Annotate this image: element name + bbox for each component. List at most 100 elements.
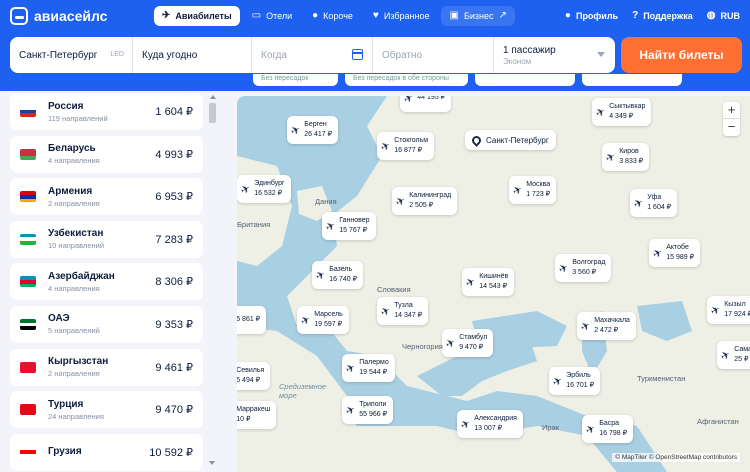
destination-list: Россия 119 направлений 1 604 ₽ Беларусь 4 на… xyxy=(10,93,203,472)
price-marker[interactable]: ✈ Марсель 19 597 ₽ xyxy=(297,306,349,334)
price-marker[interactable]: ✈ Махачкала 2 472 ₽ xyxy=(577,312,636,340)
marker-text: Эрбиль 16 701 ₽ xyxy=(566,371,594,391)
marker-price: 17 924 ₽ xyxy=(724,311,750,318)
destination-card[interactable]: Армения 2 направления 6 953 ₽ xyxy=(10,178,203,216)
destination-card[interactable]: Турция 24 направления 9 470 ₽ xyxy=(10,391,203,429)
nav-favorites[interactable]: ♥ Избранное xyxy=(365,6,438,26)
destination-text: Кыргызстан 2 направления xyxy=(48,356,155,378)
price-marker[interactable]: ✈ Стамбул 9 470 ₽ xyxy=(442,329,494,357)
flag-icon xyxy=(20,106,36,117)
price-marker[interactable]: ✈ 44 195 ₽ xyxy=(400,96,452,112)
bed-icon: ▭ xyxy=(251,10,262,21)
nav-hotels[interactable]: ▭ Отели xyxy=(244,6,300,26)
destination-text: Армения 2 направления xyxy=(48,186,155,208)
nav-business-label: Бизнес xyxy=(463,11,494,21)
marker-city: Актобе xyxy=(666,244,689,251)
nav-support[interactable]: ? Поддержка xyxy=(632,6,693,26)
country-label-denmark: Дания xyxy=(315,197,337,206)
price-marker[interactable]: ✈ Стокгольм 16 877 ₽ xyxy=(377,132,435,160)
price-marker[interactable]: ✈ Ганновер 15 767 ₽ xyxy=(322,212,376,240)
price-marker[interactable]: ✈ Актобе 15 989 ₽ xyxy=(649,239,701,267)
destination-card[interactable]: Кыргызстан 2 направления 9 461 ₽ xyxy=(10,348,203,386)
destination-card[interactable]: ОАЭ 5 направлений 9 353 ₽ xyxy=(10,305,203,343)
scroll-thumb[interactable] xyxy=(209,103,216,123)
date-field[interactable]: Когда xyxy=(252,37,373,73)
price-marker[interactable]: ✈ Калининград 2 505 ₽ xyxy=(392,187,458,215)
search-button[interactable]: Найти билеты xyxy=(621,37,742,73)
filter-chip-3[interactable] xyxy=(475,74,575,86)
price-marker[interactable]: ✈ Базель 16 740 ₽ xyxy=(312,261,364,289)
destination-card[interactable]: Беларусь 4 направления 4 993 ₽ xyxy=(10,135,203,173)
price-marker[interactable]: ✈ Волгоград 3 560 ₽ xyxy=(555,254,612,282)
pin-icon: ● xyxy=(312,10,319,21)
price-marker[interactable]: ✈ Берген 26 417 ₽ xyxy=(287,116,339,144)
destination-card[interactable]: Азербайджан 4 направления 8 306 ₽ xyxy=(10,263,203,301)
origin-field[interactable]: Санкт-Петербург LED xyxy=(10,37,133,73)
filter-chip-4[interactable] xyxy=(582,74,682,86)
price-marker[interactable]: ✈ Кызыл 17 924 ₽ xyxy=(707,296,750,324)
price-marker[interactable]: ✈ Тузла 14 347 ₽ xyxy=(377,297,429,325)
marker-text: Тузла 14 347 ₽ xyxy=(394,301,422,321)
logo[interactable]: авиасейлс xyxy=(10,6,107,26)
marker-city: Басра xyxy=(599,420,619,427)
scroll-down-icon[interactable] xyxy=(209,461,215,465)
zoom-in-button[interactable]: + xyxy=(723,102,740,119)
marker-price: 4 349 ₽ xyxy=(609,113,634,120)
destination-price: 8 306 ₽ xyxy=(155,276,193,289)
destination-price: 4 993 ₽ xyxy=(155,148,193,161)
marker-city: Киров xyxy=(619,148,639,155)
marker-price: 25 ₽ xyxy=(734,356,749,363)
plane-icon: ✈ xyxy=(593,104,608,120)
destination-field[interactable]: Куда угодно xyxy=(133,37,252,73)
filter-chip-direct[interactable]: Без пересадок xyxy=(253,74,338,86)
price-marker[interactable]: ✈ Киров 3 833 ₽ xyxy=(602,143,650,171)
price-marker[interactable]: ✈ Москва 1 723 ₽ xyxy=(509,176,557,204)
map[interactable]: Санкт-Петербург ✈ 44 195 ₽ ✈ Берген 26 417 ₽… xyxy=(237,96,750,472)
nav-flights[interactable]: ✈ Авиабилеты xyxy=(154,6,240,26)
marker-text: Самарканд 25 ₽ xyxy=(734,345,750,365)
destination-card[interactable]: Грузия 10 592 ₽ xyxy=(10,433,203,471)
price-marker[interactable]: ✈Марракеш10 ₽ xyxy=(237,401,277,429)
destination-card[interactable]: Узбекистан 10 направлений 7 283 ₽ xyxy=(10,220,203,258)
price-marker[interactable]: ✈Севилья5 494 ₽ xyxy=(237,362,271,390)
destination-text: ОАЭ 5 направлений xyxy=(48,313,155,335)
nav-profile-label: Профиль xyxy=(575,11,619,21)
plane-icon: ✈ xyxy=(298,312,313,328)
price-marker[interactable]: ✈ Кишинёв 14 543 ₽ xyxy=(462,268,515,296)
scrollbar[interactable] xyxy=(207,93,218,465)
price-marker[interactable]: ✈ Триполи 55 966 ₽ xyxy=(342,396,394,424)
destination-name: ОАЭ xyxy=(48,313,70,325)
destination-card[interactable]: Россия 119 направлений 1 604 ₽ xyxy=(10,93,203,130)
marker-city: Ганновер xyxy=(339,217,370,224)
return-field[interactable]: Обратно xyxy=(373,37,494,73)
marker-price: 19 597 ₽ xyxy=(314,321,343,328)
origin-marker[interactable]: Санкт-Петербург xyxy=(465,130,556,150)
scroll-up-icon[interactable] xyxy=(209,95,216,99)
price-marker[interactable]: ✈ Александрия 13 007 ₽ xyxy=(457,410,523,438)
country-label-slovakia: Словакия xyxy=(377,285,411,294)
nav-currency[interactable]: ◍ RUB xyxy=(707,6,740,26)
nav-business[interactable]: ▣ Бизнес ↗ xyxy=(441,6,515,26)
price-marker[interactable]: ✈ Эдинбург 16 532 ₽ xyxy=(237,175,291,203)
destination-count: 2 направления xyxy=(48,369,100,379)
destination-count: 2 направления xyxy=(48,198,100,208)
price-marker[interactable]: ✈ Палермо 19 544 ₽ xyxy=(342,354,395,382)
zoom-out-button[interactable]: − xyxy=(723,119,740,136)
map-attribution[interactable]: © MapTiler © OpenStreetMap contributors xyxy=(612,453,740,462)
nav-short[interactable]: ● Короче xyxy=(304,6,361,26)
passengers-field[interactable]: 1 пассажир Эконом xyxy=(494,37,615,73)
price-marker[interactable]: ✈Самарканд 25 ₽ xyxy=(717,341,750,369)
destination-text: Грузия xyxy=(48,446,149,459)
nav-profile[interactable]: ● Профиль xyxy=(565,6,618,26)
price-marker[interactable]: ✈ Сыктывкар 4 349 ₽ xyxy=(592,98,652,126)
marker-text: Киров 3 833 ₽ xyxy=(619,147,643,167)
destination-name: Турция xyxy=(48,398,84,410)
price-marker[interactable]: ✈ Уфа 1 604 ₽ xyxy=(630,189,678,217)
price-marker[interactable]: ✈ Эрбиль 16 701 ₽ xyxy=(549,367,601,395)
plane-icon: ✈ xyxy=(578,318,593,334)
destination-price: 6 953 ₽ xyxy=(155,191,193,204)
price-marker[interactable]: ✈ Басра 16 798 ₽ xyxy=(582,415,634,443)
country-label-turkmenistan: Туркменистан xyxy=(637,374,686,383)
price-marker[interactable]: ✈5 861 ₽ xyxy=(237,306,267,334)
filter-chip-direct-both[interactable]: Без пересадок в обе стороны xyxy=(345,74,468,86)
